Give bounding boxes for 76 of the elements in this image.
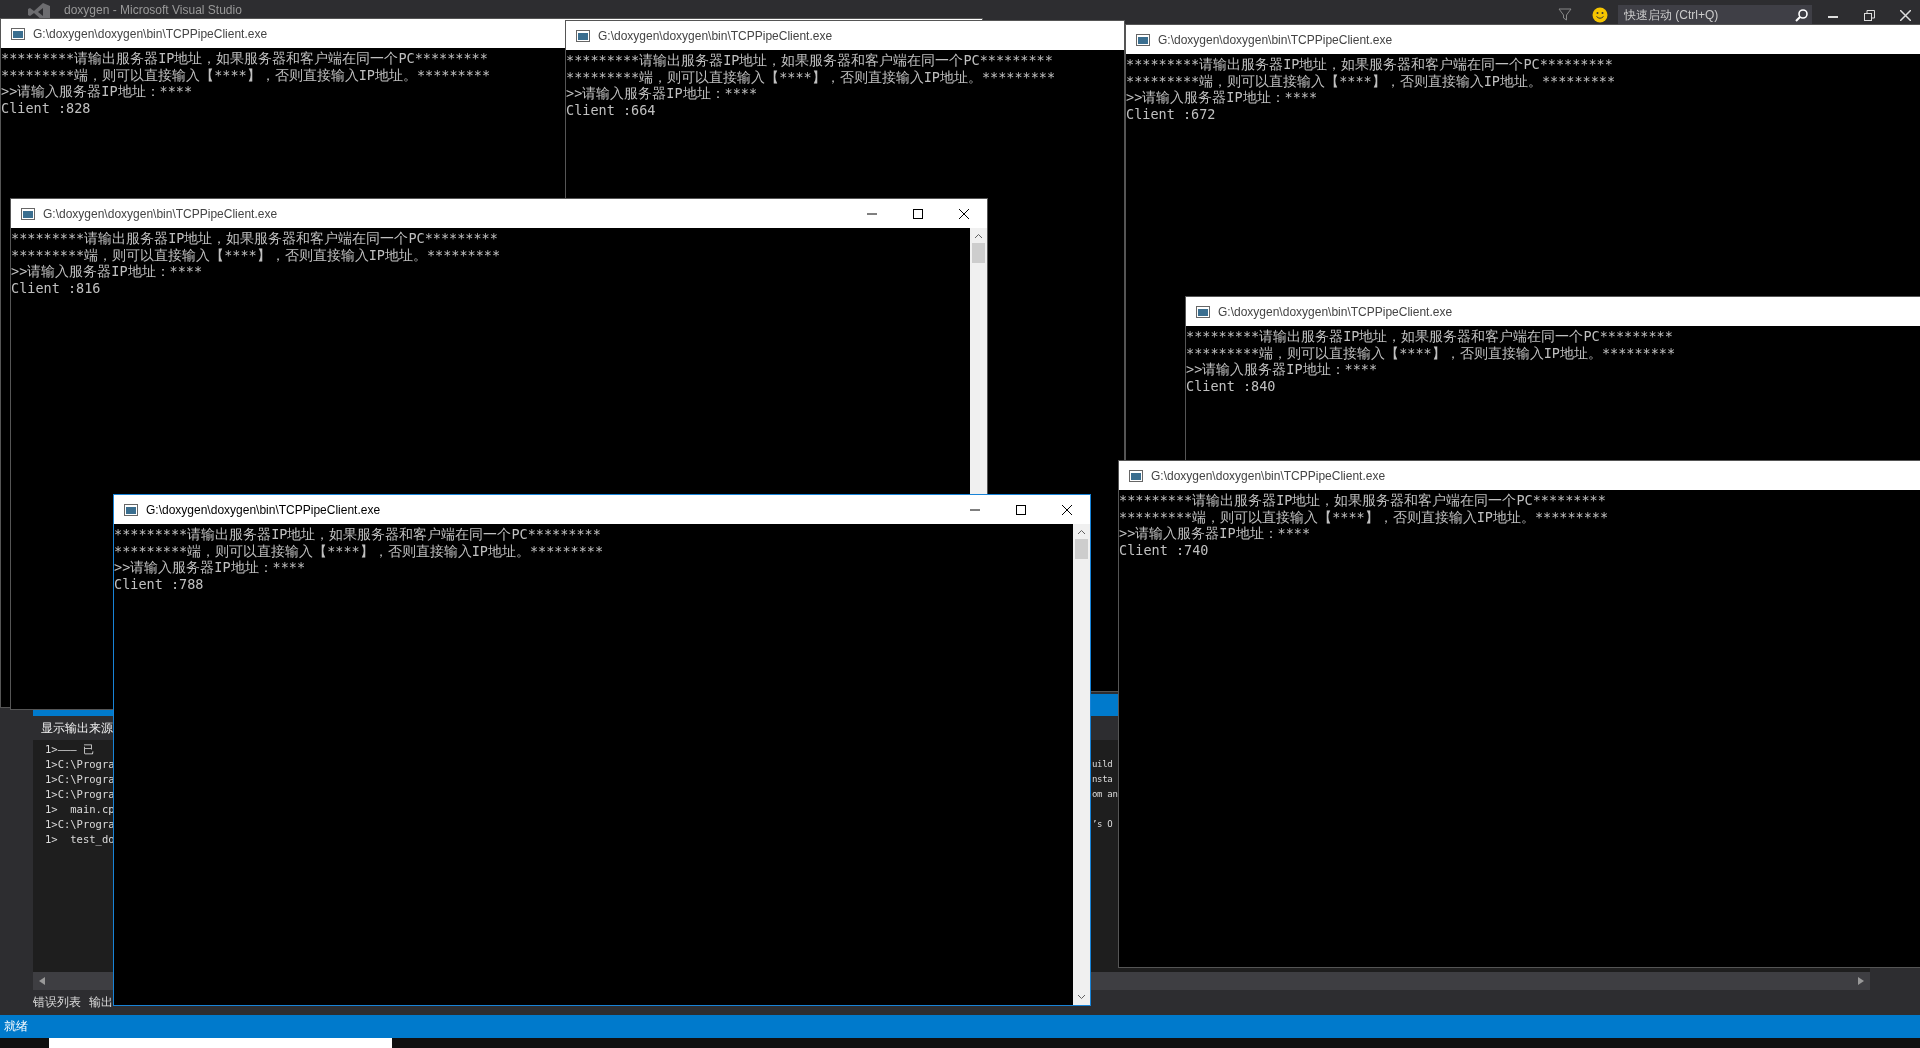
- console-line: Client :664: [566, 101, 656, 118]
- console-line: *********端，则可以直接输入【****】，否则直接输入IP地址。*********: [1186, 344, 1676, 361]
- console-line: *********请输出服务器IP地址，如果服务器和客户端在同一个PC*********: [11, 230, 498, 247]
- console-icon: [21, 207, 35, 220]
- scroll-left-icon[interactable]: [39, 977, 45, 985]
- output-line: 1> test_do: [45, 832, 115, 847]
- panel-tab[interactable]: 输出: [89, 994, 113, 1011]
- output-line: 1> main.cp: [45, 802, 115, 817]
- close-icon[interactable]: [1062, 504, 1072, 515]
- output-line: uild: [1092, 758, 1113, 771]
- maximize-icon[interactable]: [1016, 504, 1026, 515]
- console-line: >>请输入服务器IP地址：****: [1, 83, 193, 100]
- output-line: 1>——— 已: [45, 742, 94, 757]
- console-line: Client :740: [1119, 541, 1209, 558]
- output-line: 1>C:\Progra: [45, 772, 115, 787]
- output-line: om an: [1092, 788, 1118, 801]
- scroll-down-icon[interactable]: [1077, 992, 1086, 1001]
- console-icon: [11, 27, 25, 40]
- maximize-icon[interactable]: [913, 208, 923, 219]
- console-icon: [1136, 33, 1150, 46]
- output-line: 1>C:\Progra: [45, 787, 115, 802]
- console-line: *********端，则可以直接输入【****】，否则直接输入IP地址。*********: [566, 68, 1056, 85]
- console-line: *********请输出服务器IP地址，如果服务器和客户端在同一个PC*********: [1119, 492, 1606, 509]
- scroll-up-icon[interactable]: [1077, 528, 1086, 537]
- close-icon[interactable]: [959, 208, 969, 219]
- scrollbar-thumb[interactable]: [972, 243, 985, 263]
- restore-icon[interactable]: [1863, 9, 1875, 21]
- window-title: G:\doxygen\doxygen\bin\TCPPipeClient.exe: [1151, 468, 1386, 483]
- console-line: Client :788: [114, 575, 204, 592]
- window-title: G:\doxygen\doxygen\bin\TCPPipeClient.exe: [1218, 304, 1453, 319]
- console-line: *********端，则可以直接输入【****】，否则直接输入IP地址。*********: [1126, 72, 1616, 89]
- status-text: 就绪: [4, 1018, 28, 1035]
- console-line: >>请输入服务器IP地址：****: [1186, 361, 1378, 378]
- output-source-label: 显示输出来源: [41, 719, 113, 737]
- console-icon: [124, 503, 138, 516]
- console-line: *********请输出服务器IP地址，如果服务器和客户端在同一个PC*********: [1126, 56, 1613, 73]
- console-line: *********请输出服务器IP地址，如果服务器和客户端在同一个PC*********: [566, 52, 1053, 69]
- console-line: *********端，则可以直接输入【****】，否则直接输入IP地址。*********: [11, 246, 501, 263]
- window-title: G:\doxygen\doxygen\bin\TCPPipeClient.exe: [1158, 32, 1393, 47]
- console-line: Client :816: [11, 279, 101, 296]
- smiley-icon[interactable]: [1592, 7, 1608, 23]
- console-line: *********请输出服务器IP地址，如果服务器和客户端在同一个PC*********: [1186, 328, 1673, 345]
- console-line: *********端，则可以直接输入【****】，否则直接输入IP地址。*********: [1119, 508, 1609, 525]
- scroll-right-icon[interactable]: [1858, 977, 1864, 985]
- console-line: *********请输出服务器IP地址，如果服务器和客户端在同一个PC*********: [114, 526, 601, 543]
- console-line: >>请输入服务器IP地址：****: [1126, 89, 1318, 106]
- console-icon: [1196, 305, 1210, 318]
- console-line: >>请输入服务器IP地址：****: [11, 263, 203, 280]
- quick-launch-field[interactable]: 快速启动 (Ctrl+Q): [1618, 5, 1790, 25]
- console-line: >>请输入服务器IP地址：****: [1119, 525, 1311, 542]
- panel-tab[interactable]: 错误列表: [33, 994, 81, 1011]
- console-line: Client :828: [1, 99, 91, 116]
- console-icon: [576, 29, 590, 42]
- logo-icon: [28, 3, 50, 21]
- scrollbar-thumb[interactable]: [1075, 539, 1088, 559]
- output-line: 1>C:\Progra: [45, 757, 115, 772]
- output-line: nsta: [1092, 773, 1113, 786]
- search-button[interactable]: [1790, 5, 1812, 25]
- window-title: G:\doxygen\doxygen\bin\TCPPipeClient.exe: [146, 502, 381, 517]
- window-title: G:\doxygen\doxygen\bin\TCPPipeClient.exe: [598, 28, 833, 43]
- console-line: Client :672: [1126, 105, 1216, 122]
- scroll-up-icon[interactable]: [974, 232, 983, 241]
- window-title: G:\doxygen\doxygen\bin\TCPPipeClient.exe: [33, 26, 268, 41]
- horizontal-scrollbar[interactable]: [1091, 972, 1870, 990]
- console-line: *********端，则可以直接输入【****】，否则直接输入IP地址。*********: [114, 542, 604, 559]
- output-line: ’s O: [1092, 818, 1113, 831]
- output-line: 1>C:\Progra: [45, 817, 115, 832]
- window-title: G:\doxygen\doxygen\bin\TCPPipeClient.exe: [43, 206, 278, 221]
- console-icon: [1129, 469, 1143, 482]
- console-line: *********端，则可以直接输入【****】，否则直接输入IP地址。*********: [1, 66, 491, 83]
- console-line: >>请输入服务器IP地址：****: [566, 85, 758, 102]
- console-line: Client :840: [1186, 377, 1276, 394]
- console-line: >>请输入服务器IP地址：****: [114, 559, 306, 576]
- window-title: doxygen - Microsoft Visual Studio: [64, 3, 242, 17]
- filter-icon[interactable]: [1558, 8, 1572, 22]
- console-line: *********请输出服务器IP地址，如果服务器和客户端在同一个PC*********: [1, 50, 488, 67]
